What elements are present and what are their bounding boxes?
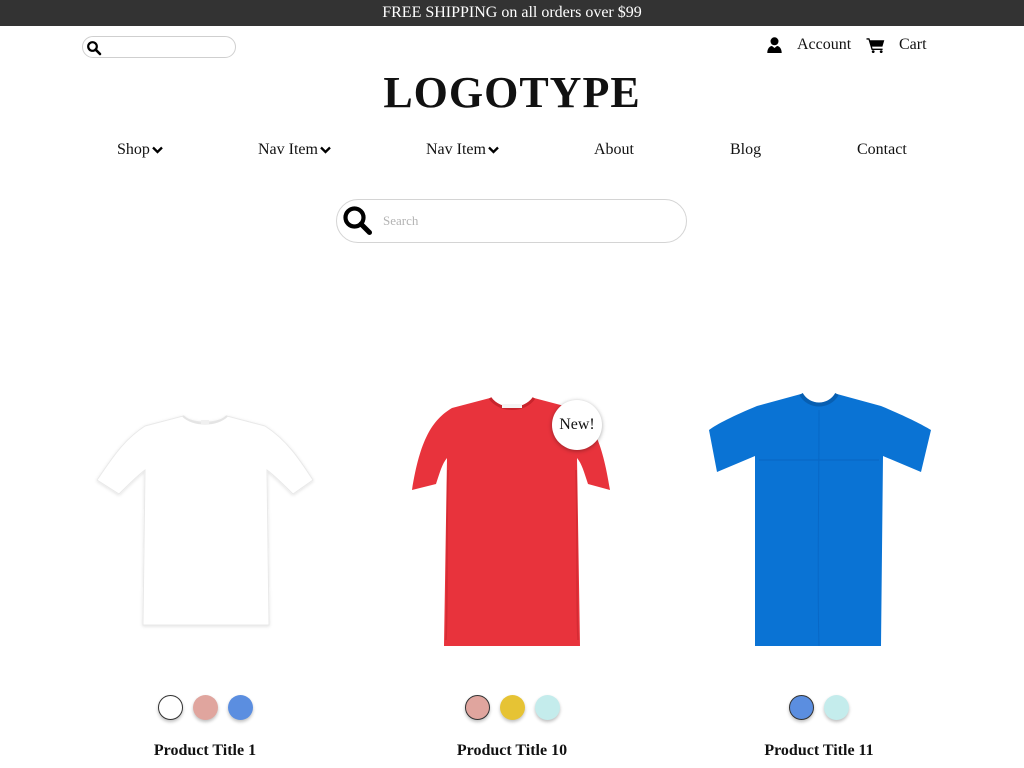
- nav-label: Nav Item: [258, 141, 318, 158]
- nav-label: Shop: [117, 141, 150, 158]
- account-link[interactable]: Account: [767, 34, 851, 56]
- account-label: Account: [797, 36, 852, 53]
- product-card[interactable]: Product Title 1: [55, 360, 355, 768]
- promo-text: FREE SHIPPING on all orders over $99: [382, 4, 642, 21]
- search-icon[interactable]: [86, 40, 102, 56]
- cart-label: Cart: [899, 36, 927, 53]
- swatch-yellow[interactable]: [499, 695, 525, 720]
- nav-contact[interactable]: Contact: [857, 139, 907, 161]
- chevron-down-icon: [152, 146, 163, 154]
- nav-label: Blog: [730, 141, 762, 158]
- search-icon[interactable]: [341, 204, 373, 236]
- nav-label: Nav Item: [426, 141, 486, 158]
- main-search-input[interactable]: [383, 210, 673, 232]
- new-badge: New!: [552, 400, 602, 450]
- swatch-pink[interactable]: [464, 695, 490, 720]
- nav-label: About: [594, 141, 634, 158]
- tshirt-shape: [96, 415, 314, 626]
- logotype[interactable]: LOGOTYPE: [0, 68, 1024, 118]
- main-search-box[interactable]: [336, 199, 687, 243]
- user-icon: [767, 37, 782, 53]
- product-title[interactable]: Product Title 1: [55, 742, 355, 760]
- product-card[interactable]: Product Title 11: [669, 360, 969, 768]
- cart-link[interactable]: Cart: [866, 34, 927, 56]
- product-title[interactable]: Product Title 11: [669, 742, 969, 760]
- color-swatches: [362, 695, 662, 721]
- color-swatches: [55, 695, 355, 721]
- promo-banner: FREE SHIPPING on all orders over $99: [0, 0, 1024, 26]
- product-title[interactable]: Product Title 10: [362, 742, 662, 760]
- color-swatches: [669, 695, 969, 721]
- logo-text: LOGOTYPE: [383, 68, 641, 117]
- product-image-blue-tshirt[interactable]: [669, 360, 969, 670]
- chevron-down-icon: [488, 146, 499, 154]
- swatch-pink[interactable]: [192, 695, 218, 720]
- tshirt-shape: [709, 394, 931, 646]
- nav-label: Contact: [857, 141, 907, 158]
- nav-shop[interactable]: Shop: [117, 139, 163, 161]
- nav-item-2[interactable]: Nav Item: [426, 139, 499, 161]
- nav-about[interactable]: About: [594, 139, 634, 161]
- swatch-blue[interactable]: [227, 695, 253, 720]
- product-image-white-tshirt[interactable]: [55, 360, 355, 670]
- swatch-white[interactable]: [157, 695, 183, 720]
- chevron-down-icon: [320, 146, 331, 154]
- swatch-mint[interactable]: [824, 695, 849, 720]
- nav-blog[interactable]: Blog: [730, 139, 761, 161]
- nav-item-1[interactable]: Nav Item: [258, 139, 331, 161]
- swatch-mint[interactable]: [534, 695, 560, 720]
- swatch-blue[interactable]: [789, 695, 814, 720]
- product-card[interactable]: New! Product Title 10: [362, 360, 662, 768]
- header-search-input[interactable]: [105, 39, 231, 55]
- cart-icon: [866, 38, 885, 53]
- header-search-box[interactable]: [82, 36, 236, 58]
- product-image-red-tshirt[interactable]: [362, 360, 662, 670]
